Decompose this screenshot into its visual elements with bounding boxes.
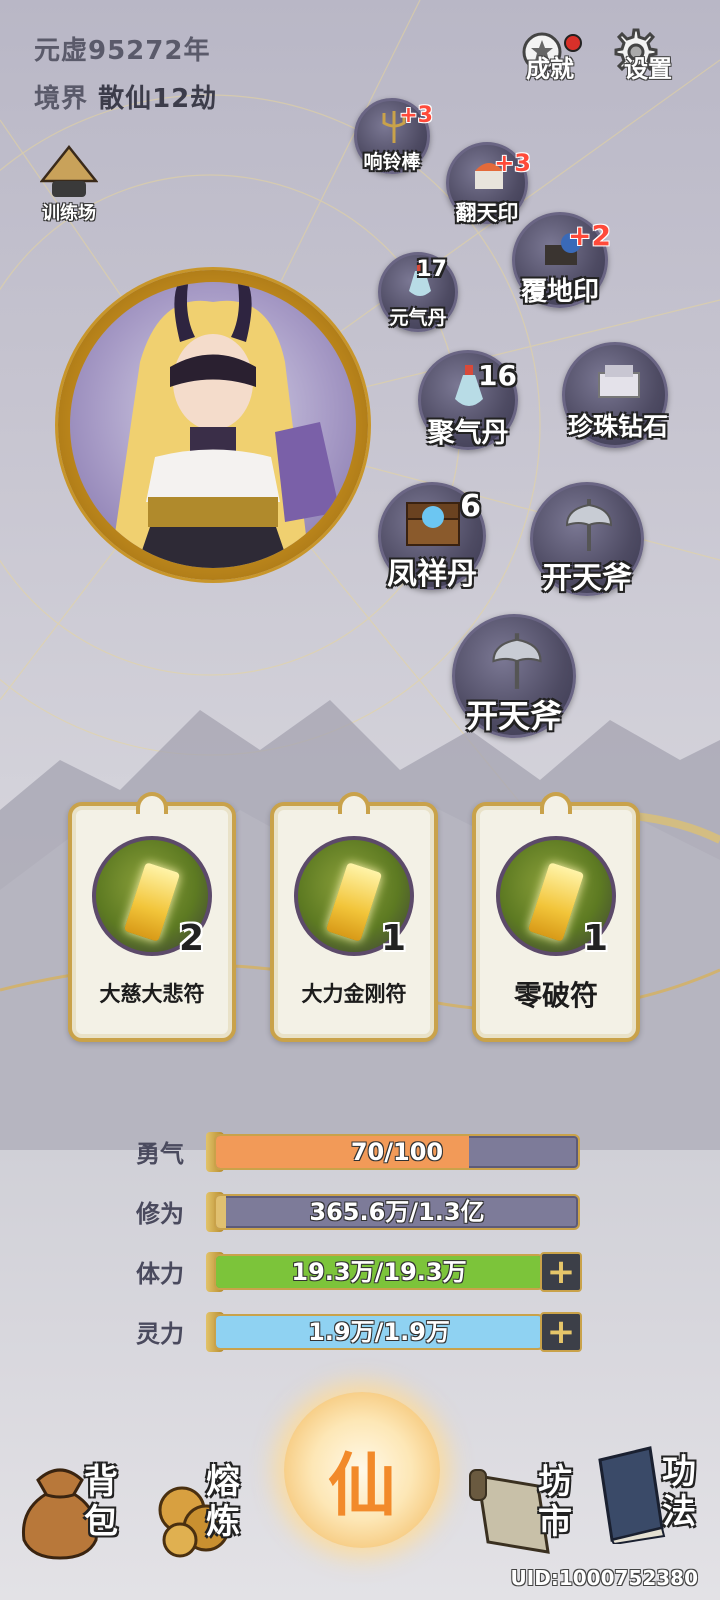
stat-label-cultivation: 修为 [136, 1200, 184, 1228]
era-year: 元虚95272年 [34, 36, 211, 66]
achievements-label: 成就 [526, 55, 574, 83]
settings-label: 设置 [624, 55, 672, 83]
item-bubble[interactable]: +3 翻天印 [446, 142, 531, 225]
item-bubble[interactable]: +2 覆地印 [512, 212, 611, 308]
realm-line: 境界 散仙12劫 [34, 78, 217, 115]
item-name: 聚气丹 [427, 418, 509, 449]
item-name: 翻天印 [455, 201, 519, 225]
plus-icon: + [546, 1312, 576, 1352]
item-name: 覆地印 [520, 277, 599, 307]
settings-button[interactable]: 设置 [608, 20, 688, 84]
item-name: 响铃棒 [363, 151, 421, 173]
achievements-button[interactable]: 成就 [510, 20, 590, 84]
character-image [70, 282, 356, 568]
nav-skills[interactable]: 功法 [592, 1436, 712, 1556]
item-bubble[interactable]: 17 元气丹 [378, 252, 458, 332]
talisman-count: 1 [380, 918, 406, 959]
immortal-main-button[interactable]: 仙 [284, 1392, 440, 1548]
stat-label-stamina: 体力 [136, 1260, 184, 1288]
upgrade-level: +2 [568, 219, 611, 252]
item-name: 开天斧 [465, 697, 562, 735]
nav-forge-label: 熔炼 [206, 1462, 240, 1542]
straw-hat-icon [40, 145, 98, 197]
talisman-count: 2 [178, 918, 204, 959]
spirit-value: 1.9万/1.9万 [308, 1318, 450, 1346]
realm-label: 境界 [34, 84, 89, 114]
courage-value: 70/100 [350, 1138, 444, 1166]
talisman-paper-icon [527, 862, 585, 942]
item-bubble[interactable]: 珍珠钻石 [562, 342, 668, 448]
item-name: 元气丹 [389, 307, 447, 329]
nav-market[interactable]: 坊市 [468, 1456, 588, 1576]
immortal-label: 仙 [327, 1447, 396, 1526]
training-ground-button[interactable]: 训练场 [34, 145, 104, 225]
realm-value: 散仙12劫 [98, 84, 218, 114]
axe-icon [565, 499, 613, 551]
item-bubble[interactable]: 16 聚气丹 [418, 350, 518, 450]
stat-label-spirit: 灵力 [136, 1320, 184, 1348]
talisman-paper-icon [325, 862, 383, 942]
talisman-paper-icon [123, 862, 181, 942]
item-name: 开天斧 [542, 561, 632, 596]
item-bubble[interactable]: +3 响铃棒 [354, 98, 433, 174]
item-name: 凤祥丹 [387, 557, 477, 592]
upgrade-level: +3 [494, 149, 531, 177]
talisman-card[interactable]: 1 零破符 [472, 792, 640, 1042]
item-count: 16 [478, 359, 517, 392]
talisman-name: 大慈大悲符 [99, 982, 205, 1006]
character-portrait[interactable] [58, 270, 368, 580]
user-id: UID:1000752380 [510, 1566, 698, 1590]
talisman-name: 大力金刚符 [301, 982, 407, 1006]
cultivation-value: 365.6万/1.3亿 [309, 1198, 485, 1226]
courage-bar: 70/100 [214, 1134, 580, 1170]
stat-label-courage: 勇气 [136, 1140, 184, 1168]
nav-bag-label: 背包 [84, 1462, 118, 1542]
talisman-count: 1 [582, 918, 608, 959]
upgrade-level: +3 [399, 103, 433, 128]
talisman-name: 零破符 [513, 979, 598, 1012]
item-name: 珍珠钻石 [567, 412, 668, 441]
cultivation-bar: 365.6万/1.3亿 [214, 1194, 580, 1230]
nav-bag[interactable]: 背包 [14, 1456, 144, 1576]
stamina-value: 19.3万/19.3万 [291, 1258, 467, 1286]
pearl-diamond-icon [598, 365, 640, 398]
item-bubble[interactable]: 开天斧 [452, 614, 576, 738]
nav-skills-label: 功法 [662, 1452, 696, 1532]
nav-forge[interactable]: 熔炼 [146, 1456, 276, 1576]
training-ground-label: 训练场 [42, 203, 96, 224]
item-bubble[interactable]: 开天斧 [530, 482, 644, 596]
item-count: 6 [460, 489, 481, 524]
nav-market-label: 坊市 [538, 1462, 572, 1542]
treasure-chest-icon [406, 502, 460, 546]
item-bubble[interactable]: 6 凤祥丹 [378, 482, 486, 592]
axe-icon [492, 633, 542, 689]
item-count: 17 [416, 257, 447, 282]
talisman-card[interactable]: 1 大力金刚符 [270, 792, 438, 1042]
plus-icon: + [546, 1252, 576, 1292]
talisman-card[interactable]: 2 大慈大悲符 [68, 792, 236, 1042]
spirit-bar: 1.9万/1.9万 [214, 1314, 544, 1350]
add-spirit-button[interactable]: + [540, 1312, 582, 1352]
stamina-bar: 19.3万/19.3万 [214, 1254, 544, 1290]
add-stamina-button[interactable]: + [540, 1252, 582, 1292]
